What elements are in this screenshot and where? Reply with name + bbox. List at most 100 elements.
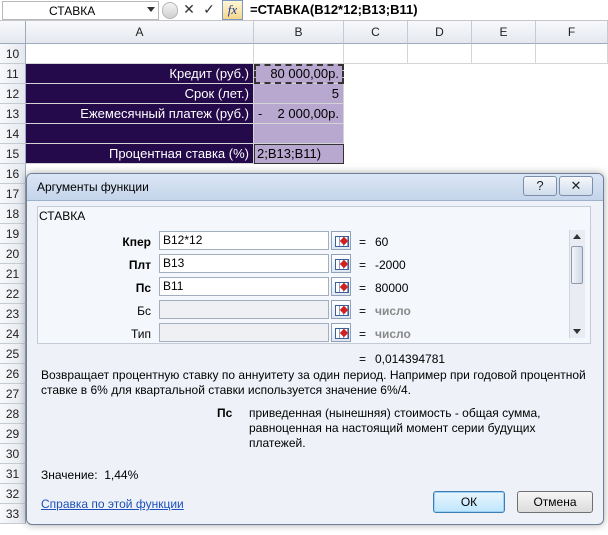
arg-input-type[interactable]: [159, 323, 329, 342]
arg-label-fv: Бс: [137, 304, 151, 318]
cell-d10[interactable]: [408, 44, 472, 64]
close-button[interactable]: ✕: [559, 176, 593, 196]
row-header[interactable]: 11: [0, 64, 26, 84]
help-link[interactable]: Справка по этой функции: [41, 497, 184, 511]
column-header-d[interactable]: D: [408, 21, 472, 44]
arg-eq: =: [359, 281, 367, 295]
collapse-dialog-button[interactable]: [331, 254, 351, 273]
column-header-e[interactable]: E: [472, 21, 536, 44]
arg-input-nper[interactable]: B12*12: [159, 231, 329, 250]
arguments-scrollbar[interactable]: [569, 230, 585, 338]
cell-a13[interactable]: Ежемесячный платеж (руб.): [26, 104, 254, 124]
insert-function-button[interactable]: fx: [222, 0, 243, 20]
arg-input-pmt[interactable]: B13: [159, 254, 329, 273]
cell-b15-editing[interactable]: 2;B13;B11): [254, 144, 344, 164]
row-header[interactable]: 27: [0, 384, 26, 404]
row-header[interactable]: 10: [0, 44, 26, 64]
currency-sign: -: [258, 106, 263, 121]
arg-label-type: Тип: [130, 327, 151, 341]
cell-b13[interactable]: - 2 000,00р.: [254, 104, 344, 124]
function-description: Возвращает процентную ставку по аннуитет…: [41, 368, 586, 397]
arg-result-pv: 80000: [375, 281, 409, 295]
cancel-formula-button[interactable]: ✕: [180, 1, 198, 18]
row-header[interactable]: 32: [0, 484, 26, 504]
cancel-button[interactable]: Отмена: [517, 491, 593, 513]
row-header[interactable]: 17: [0, 184, 26, 204]
row-header[interactable]: 16: [0, 164, 26, 184]
row-header[interactable]: 26: [0, 364, 26, 384]
cell-b14[interactable]: [254, 124, 344, 144]
cell-a11[interactable]: Кредит (руб.): [26, 64, 254, 84]
cell-b11[interactable]: 80 000,00р.: [254, 64, 344, 84]
argument-description-name: Пс: [217, 406, 233, 420]
column-header-b[interactable]: B: [254, 21, 344, 44]
row-header[interactable]: 33: [0, 504, 26, 524]
arg-label-nper: Кпер: [122, 235, 151, 249]
row-header[interactable]: 13: [0, 104, 26, 124]
arg-result-pmt: -2000: [375, 258, 406, 272]
dialog-title-bar[interactable]: Аргументы функции ? ✕: [27, 174, 603, 201]
help-button[interactable]: ?: [523, 176, 557, 196]
cell-b12[interactable]: 5: [254, 84, 344, 104]
scroll-up-icon[interactable]: [573, 234, 581, 239]
chevron-down-icon[interactable]: [147, 7, 155, 12]
collapse-dialog-button[interactable]: [331, 277, 351, 296]
arg-eq: =: [359, 258, 367, 272]
row-header[interactable]: 25: [0, 344, 26, 364]
row-header[interactable]: 31: [0, 464, 26, 484]
arg-label-pv: Пс: [135, 281, 151, 295]
formula-result: 0,014394781: [375, 352, 446, 366]
row-header[interactable]: 28: [0, 404, 26, 424]
row-header[interactable]: 12: [0, 84, 26, 104]
row-header[interactable]: 24: [0, 324, 26, 344]
formula-bar: СТАВКА ✕ ✓ fx =СТАВКА(B12*12;B13;B11): [0, 0, 608, 21]
arg-eq: =: [359, 327, 367, 341]
cell-a14[interactable]: [26, 124, 254, 144]
arg-result-nper: 60: [375, 235, 389, 249]
column-header-f[interactable]: F: [536, 21, 608, 44]
arg-input-pv[interactable]: B11: [159, 277, 329, 296]
function-arguments-dialog: Аргументы функции ? ✕ СТАВКА Кпер B12*12…: [26, 173, 604, 525]
arg-input-fv[interactable]: [159, 300, 329, 319]
row-header[interactable]: 19: [0, 224, 26, 244]
formula-text[interactable]: =СТАВКА(B12*12;B13;B11): [250, 2, 418, 17]
dialog-title: Аргументы функции: [37, 180, 149, 194]
column-header-a[interactable]: A: [26, 21, 254, 44]
enter-formula-button[interactable]: ✓: [200, 1, 218, 18]
cell-a10[interactable]: [26, 44, 254, 64]
cell-c10[interactable]: [344, 44, 408, 64]
arg-result-fv: число: [375, 304, 411, 318]
cell-e10[interactable]: [472, 44, 536, 64]
resize-grip-icon[interactable]: [162, 2, 178, 19]
row-header[interactable]: 22: [0, 284, 26, 304]
row-header[interactable]: 15: [0, 144, 26, 164]
cell-b10[interactable]: [254, 44, 344, 64]
formula-result-eq: =: [359, 352, 367, 366]
collapse-dialog-button[interactable]: [331, 323, 351, 342]
row-header[interactable]: 30: [0, 444, 26, 464]
arg-eq: =: [359, 304, 367, 318]
scroll-down-icon[interactable]: [573, 329, 581, 334]
select-all-corner[interactable]: [0, 21, 26, 44]
row-header[interactable]: 29: [0, 424, 26, 444]
cell-a15[interactable]: Процентная ставка (%): [26, 144, 254, 164]
row-header[interactable]: 21: [0, 264, 26, 284]
collapse-dialog-button[interactable]: [331, 231, 351, 250]
value-label: Значение:: [41, 468, 98, 482]
ok-button[interactable]: ОК: [433, 491, 505, 513]
cell-f10[interactable]: [536, 44, 608, 64]
function-name: СТАВКА: [39, 209, 86, 223]
cell-a12[interactable]: Срок (лет.): [26, 84, 254, 104]
name-box[interactable]: СТАВКА: [2, 1, 159, 20]
row-header[interactable]: 18: [0, 204, 26, 224]
row-header[interactable]: 14: [0, 124, 26, 144]
arg-label-pmt: Плт: [128, 258, 151, 272]
name-box-text: СТАВКА: [49, 4, 96, 18]
row-header[interactable]: 23: [0, 304, 26, 324]
cell-b13-value: 2 000,00р.: [277, 106, 339, 121]
row-header[interactable]: 20: [0, 244, 26, 264]
collapse-dialog-button[interactable]: [331, 300, 351, 319]
scroll-thumb[interactable]: [571, 246, 583, 284]
argument-description-text: приведенная (нынешняя) стоимость - общая…: [249, 406, 541, 450]
column-header-c[interactable]: C: [344, 21, 408, 44]
